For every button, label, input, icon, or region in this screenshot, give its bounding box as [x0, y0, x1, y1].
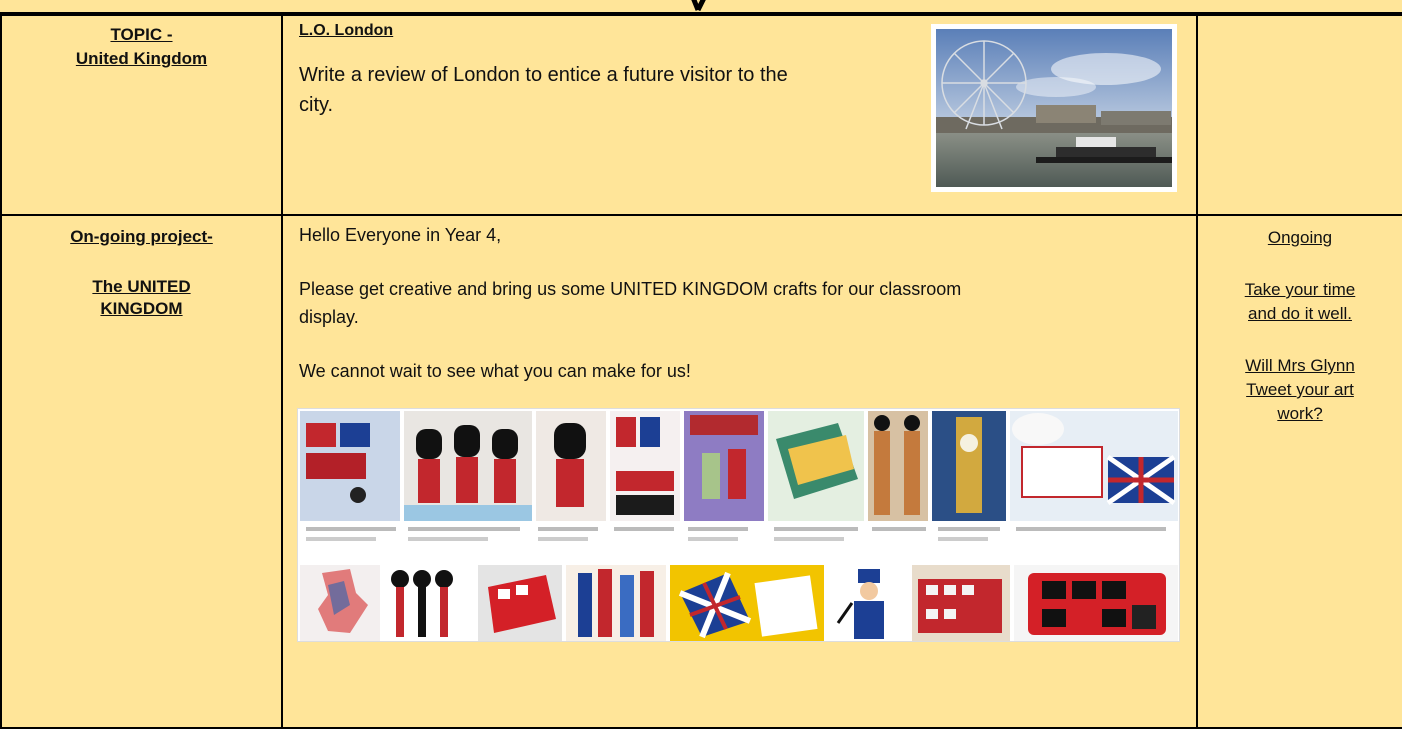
note-line1: Take your time	[1244, 280, 1356, 299]
craft-thumb-single-guard	[536, 411, 606, 521]
topic-notes-cell	[1196, 14, 1402, 216]
greeting-text: Hello Everyone in Year 4,	[299, 225, 502, 245]
question-line1: Will Mrs Glynn	[1245, 356, 1355, 375]
topic-row: TOPIC - United Kingdom L.O. London Write…	[0, 14, 1402, 216]
craft-thumb-big-ben	[932, 411, 1006, 521]
topic-label-cell: TOPIC - United Kingdom	[0, 14, 283, 216]
task-text: Write a review of London to entice a fut…	[299, 64, 788, 116]
question-line2: Tweet your art	[1246, 380, 1354, 399]
craft-thumb-mosaic	[300, 411, 400, 521]
craft-thumb-bus-box	[478, 565, 562, 641]
project-name-line2: KINGDOM	[100, 299, 183, 318]
top-border-strip	[0, 0, 1402, 14]
page-sheet: TOPIC - United Kingdom L.O. London Write…	[0, 0, 1402, 729]
learning-objective: L.O. London	[299, 22, 394, 39]
london-eye-photo	[931, 24, 1177, 192]
note-line2: and do it well.	[1248, 304, 1352, 323]
cut-off-heading-glyph	[686, 0, 716, 12]
status-text: Ongoing	[1267, 228, 1333, 247]
craft-thumb-flag-pillow	[1010, 411, 1178, 521]
uk-crafts-collage	[297, 408, 1180, 642]
topic-name: United Kingdom	[75, 49, 208, 68]
craft-thumb-england-rolls	[684, 411, 764, 521]
craft-thumb-flag-fan	[670, 565, 824, 641]
craft-thumb-art-book	[768, 411, 864, 521]
craft-thumb-policeman	[828, 565, 908, 641]
craft-thumb-palace-guards	[868, 411, 928, 521]
topic-content-cell: L.O. London Write a review of London to …	[281, 14, 1198, 216]
project-label-cell: On-going project- The UNITED KINGDOM	[0, 214, 283, 729]
project-content-cell: Hello Everyone in Year 4, Please get cre…	[281, 214, 1198, 729]
craft-thumb-bookmarks	[566, 565, 666, 641]
craft-thumb-guards	[404, 411, 532, 521]
craft-thumb-pencil-guards	[384, 565, 474, 641]
project-name-line1: The UNITED	[92, 277, 191, 296]
project-row: On-going project- The UNITED KINGDOM Hel…	[0, 214, 1402, 729]
craft-thumb-uk-map	[300, 565, 380, 641]
request-text-line2: display.	[299, 307, 359, 327]
craft-thumb-double-decker	[912, 565, 1010, 641]
craft-thumb-london-toys	[610, 411, 680, 521]
project-notes-cell: Ongoing Take your time and do it well. W…	[1196, 214, 1402, 729]
project-label: On-going project-	[70, 227, 213, 246]
question-line3: work?	[1277, 404, 1323, 423]
request-text-line1: Please get creative and bring us some UN…	[299, 279, 962, 299]
craft-thumb-red-bus	[1014, 565, 1178, 641]
topic-label: TOPIC -	[110, 25, 173, 44]
home-learning-table: TOPIC - United Kingdom L.O. London Write…	[0, 14, 1402, 729]
closing-text: We cannot wait to see what you can make …	[299, 361, 691, 381]
